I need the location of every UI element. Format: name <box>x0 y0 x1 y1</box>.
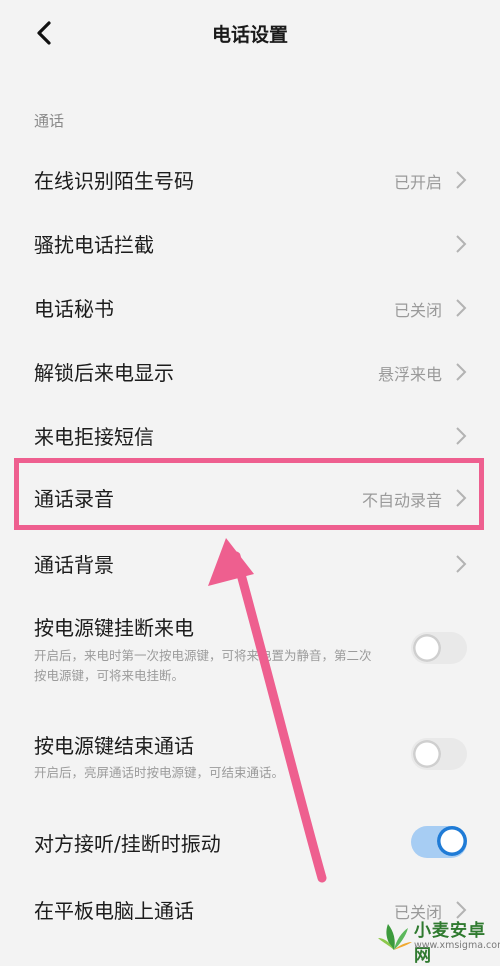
section-label-calls: 通话 <box>34 112 65 130</box>
chevron-right-icon <box>456 363 467 381</box>
setting-reject-sms[interactable]: 来电拒接短信 <box>0 405 500 465</box>
vibrate-toggle[interactable] <box>411 826 467 858</box>
chevron-right-icon <box>456 299 467 317</box>
setting-vibrate-on-connect: 对方接听/挂断时振动 <box>0 812 500 872</box>
setting-value: 悬浮来电 <box>377 365 442 384</box>
setting-value: 不自动录音 <box>361 491 442 510</box>
watermark-url: www.xmsigma.com <box>414 940 500 951</box>
power-hangup-toggle[interactable] <box>411 632 467 664</box>
setting-harassment-block[interactable]: 骚扰电话拦截 <box>0 213 500 273</box>
setting-label: 在平板电脑上通话 <box>34 899 194 923</box>
toggle-knob <box>413 634 441 662</box>
toggle-knob <box>413 740 441 768</box>
setting-call-recording[interactable]: 通话录音 不自动录音 <box>0 467 500 527</box>
setting-description: 开启后，来电时第一次按电源键，可将来电置为静音，第二次按电源键，可将来电挂断。 <box>34 648 372 683</box>
setting-call-background[interactable]: 通话背景 <box>0 533 500 593</box>
setting-label: 通话背景 <box>34 553 114 577</box>
setting-power-key-end-call: 按电源键结束通话 开启后，亮屏通话时按电源键，可结束通话。 <box>0 728 500 788</box>
header-bar: 电话设置 <box>0 0 500 70</box>
setting-unlock-call-display[interactable]: 解锁后来电显示 悬浮来电 <box>0 341 500 401</box>
power-end-call-toggle[interactable] <box>411 738 467 770</box>
setting-label: 解锁后来电显示 <box>34 361 174 385</box>
setting-value: 已关闭 <box>393 301 442 320</box>
setting-power-key-hangup: 按电源键挂断来电 开启后，来电时第一次按电源键，可将来电置为静音，第二次按电源键… <box>0 610 500 700</box>
setting-label: 按电源键挂断来电 <box>34 616 194 640</box>
setting-label: 来电拒接短信 <box>34 425 154 449</box>
setting-description: 开启后，亮屏通话时按电源键，可结束通话。 <box>34 765 285 780</box>
setting-call-secretary[interactable]: 电话秘书 已关闭 <box>0 277 500 337</box>
setting-label: 骚扰电话拦截 <box>34 233 154 257</box>
chevron-right-icon <box>456 427 467 445</box>
chevron-right-icon <box>456 235 467 253</box>
setting-label: 在线识别陌生号码 <box>34 169 194 193</box>
chevron-right-icon <box>456 171 467 189</box>
toggle-knob <box>437 826 467 856</box>
chevron-right-icon <box>456 489 467 507</box>
setting-label: 按电源键结束通话 <box>34 734 194 758</box>
setting-label: 通话录音 <box>34 487 114 511</box>
setting-label: 对方接听/挂断时振动 <box>34 832 221 856</box>
chevron-right-icon <box>456 555 467 573</box>
setting-label: 电话秘书 <box>34 297 114 321</box>
setting-online-caller-id[interactable]: 在线识别陌生号码 已开启 <box>0 150 500 210</box>
setting-value: 已开启 <box>393 173 442 192</box>
page-title: 电话设置 <box>211 24 288 46</box>
